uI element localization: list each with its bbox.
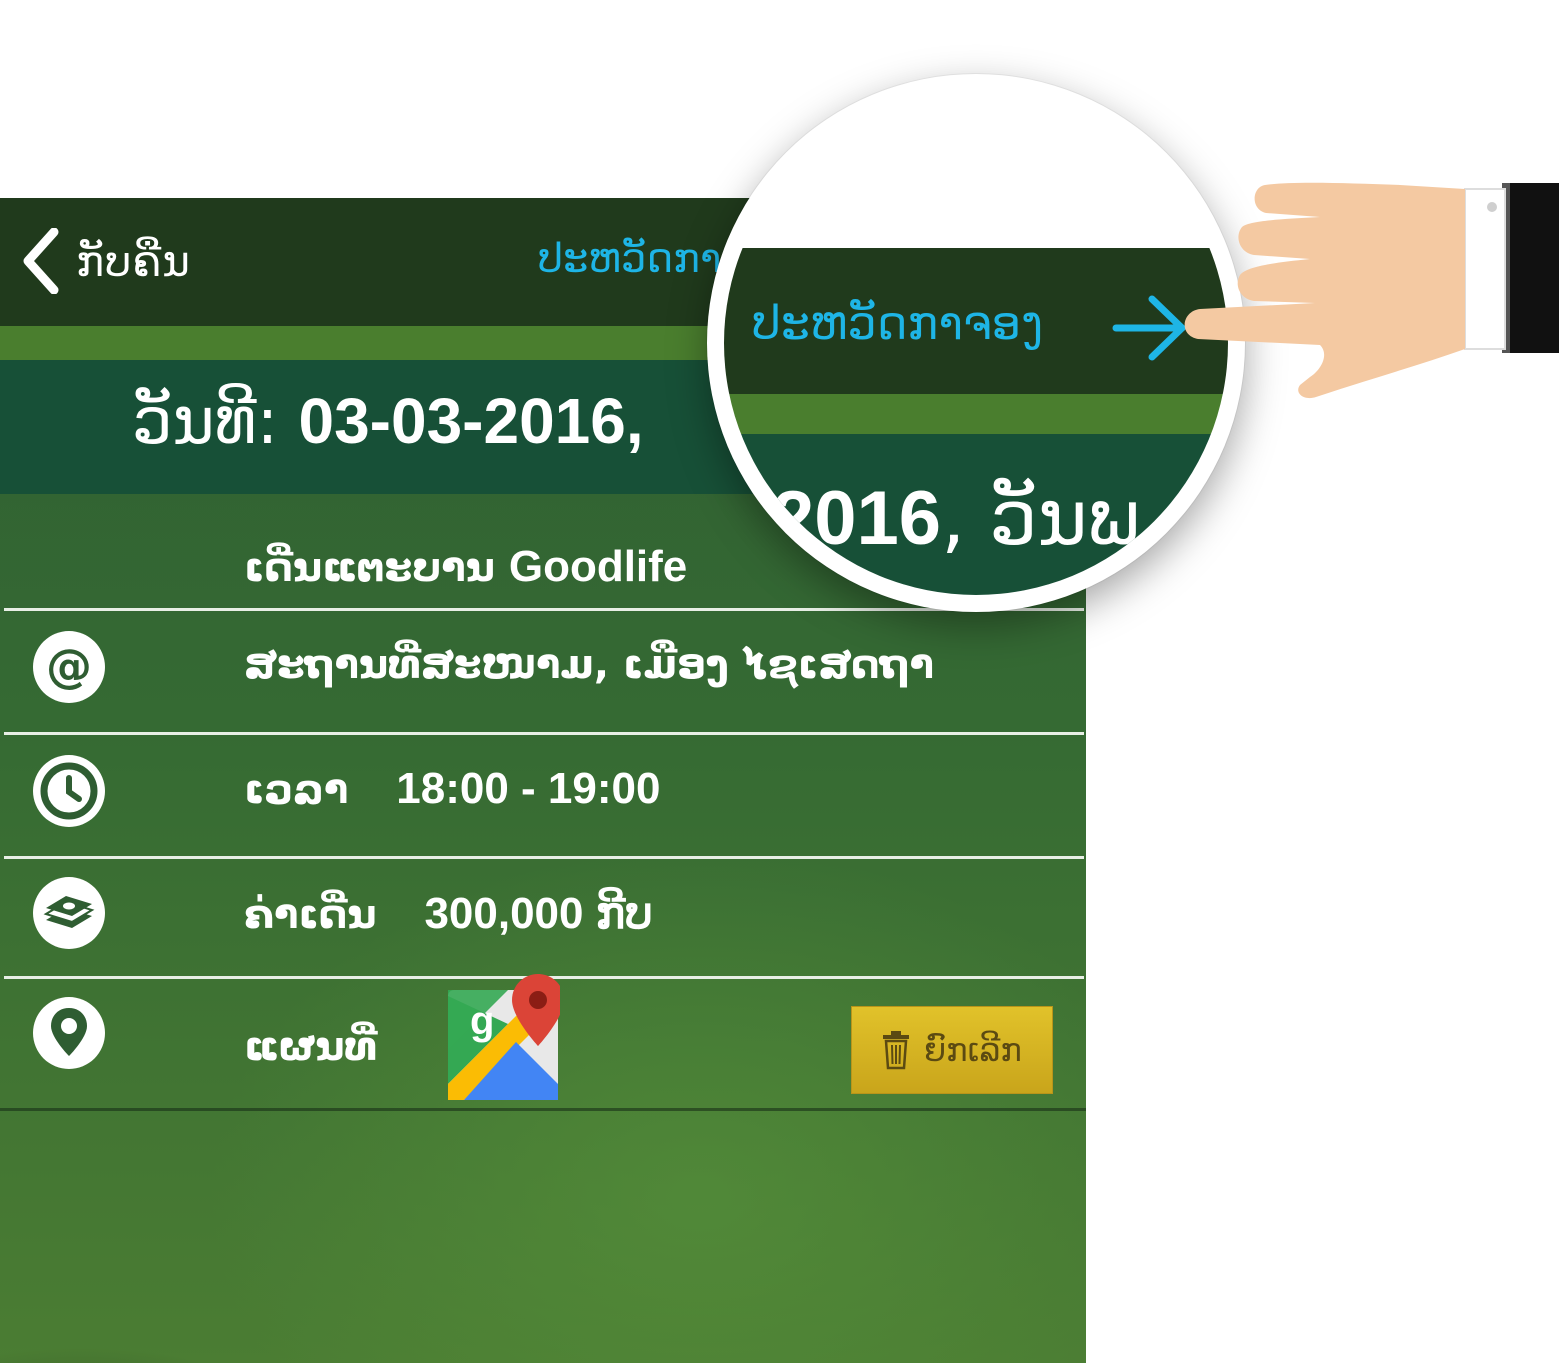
magnified-date: 2016, ວັນພ: [772, 473, 1140, 562]
map-label: ແຜນທີ່: [244, 1024, 378, 1070]
location-pin-icon: [33, 997, 105, 1069]
price-value: 300,000 ກີບ: [424, 889, 653, 938]
svg-text:g: g: [470, 999, 494, 1043]
cancel-label: ຍົກເລີກ: [924, 1031, 1022, 1069]
back-button[interactable]: ກັບຄືນ: [22, 228, 191, 294]
pointing-hand-icon: [1184, 182, 1559, 399]
magnified-stripe: [724, 394, 1228, 434]
magnified-history-link[interactable]: ປະຫວັດກາຈອງ: [752, 296, 1043, 350]
money-stack-icon: [33, 877, 105, 949]
date-label: ວັນທີ:: [132, 385, 279, 459]
booking-date: ວັນທີ: 03-03-2016,: [132, 384, 644, 459]
cancel-booking-button[interactable]: ຍົກເລີກ: [851, 1006, 1053, 1094]
price-row: ຄ່າເດີ່ນ 300,000 ກີບ: [244, 888, 653, 939]
venue-title-lao: ເດີ່ນແຕະບານ: [244, 545, 495, 591]
svg-text:@: @: [46, 639, 92, 693]
divider: [4, 732, 1084, 735]
divider: [4, 608, 1084, 611]
magnified-weekday: , ວັນພ: [941, 473, 1140, 562]
time-row: ເວລາ 18:00 - 19:00: [244, 764, 660, 814]
venue-title: ເດີ່ນແຕະບານ Goodlife: [244, 542, 687, 592]
magnified-year: 2016: [772, 476, 942, 561]
price-label: ຄ່າເດີ່ນ: [244, 892, 377, 938]
clock-icon: [33, 755, 105, 827]
magnifier-lens: ປະຫວັດກາຈອງ 2016, ວັນພ: [724, 91, 1228, 595]
google-maps-icon[interactable]: g: [446, 974, 560, 1104]
back-label: ກັບຄືນ: [76, 236, 191, 286]
time-value: 18:00 - 19:00: [396, 764, 661, 813]
date-value: 03-03-2016,: [298, 385, 644, 457]
location-text: ສະຖານທີ່ສະໜາມ, ເມືອງ ໄຊເສດຖາ: [244, 642, 934, 688]
venue-title-brand: Goodlife: [508, 542, 688, 591]
row-bottom-edge: [0, 1108, 1086, 1111]
trash-icon: [883, 1031, 910, 1070]
divider: [4, 856, 1084, 859]
at-sign-icon: @: [33, 631, 105, 703]
time-label: ເວລາ: [244, 767, 349, 813]
magnifier-callout: ປະຫວັດກາຈອງ 2016, ວັນພ: [707, 74, 1245, 612]
back-chevron-icon: [23, 228, 59, 294]
